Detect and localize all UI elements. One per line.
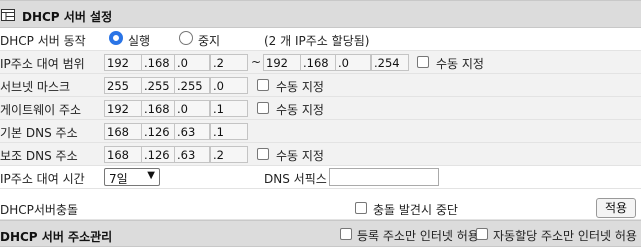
primary-dns-label: 기본 DNS 주소 <box>0 126 78 140</box>
ip-range-label: IP주소 대여 범위 <box>0 57 85 71</box>
secondary-dns-octet-4[interactable]: .2 <box>210 146 248 163</box>
range-end-octet-3[interactable]: .0 <box>335 54 371 71</box>
ip-range-row: IP주소 대여 범위 192 .168 .0 .2 ~ 192 .168 .0 … <box>0 51 641 74</box>
gateway-octet-4[interactable]: .1 <box>210 100 248 117</box>
primary-dns-octet-4[interactable]: .1 <box>210 123 248 140</box>
primary-dns-row: 기본 DNS 주소 168 .126 .63 .1 <box>0 120 641 143</box>
range-manual-checkbox[interactable] <box>417 56 429 68</box>
subnet-octet-2[interactable]: .255 <box>141 77 177 94</box>
range-end-octet-2[interactable]: .168 <box>300 54 336 71</box>
dns-suffix-input[interactable] <box>329 168 439 186</box>
chevron-down-icon: ▼ <box>147 170 155 181</box>
subnet-manual-label: 수동 지정 <box>276 80 324 94</box>
subnet-octet-3[interactable]: .255 <box>174 77 210 94</box>
lease-time-label: IP주소 대여 시간 <box>0 172 85 186</box>
conflict-label: DHCP서버충돌 <box>0 203 79 217</box>
range-end-octet-1[interactable]: 192 <box>263 54 303 71</box>
primary-dns-octet-3[interactable]: .63 <box>174 123 210 140</box>
stop-radio-label: 중지 <box>198 34 221 48</box>
gateway-manual-label: 수동 지정 <box>276 103 324 117</box>
apply-button[interactable]: 적용 <box>596 198 636 218</box>
dns-suffix-label: DNS 서픽스 <box>264 172 327 186</box>
secondary-dns-octet-3[interactable]: .63 <box>174 146 210 163</box>
secondary-dns-octet-2[interactable]: .126 <box>141 146 177 163</box>
gateway-octet-3[interactable]: .0 <box>174 100 210 117</box>
lease-time-value: 7일 <box>109 172 128 186</box>
range-start-octet-4[interactable]: .2 <box>210 54 248 71</box>
subnet-octet-1[interactable]: 255 <box>104 77 144 94</box>
range-start-octet-3[interactable]: .0 <box>174 54 210 71</box>
stop-radio[interactable] <box>179 31 193 45</box>
dhcp-operation-label: DHCP 서버 동작 <box>0 34 86 48</box>
address-management-title: DHCP 서버 주소관리 <box>0 230 113 244</box>
auto-assigned-only-label: 자동할당 주소만 인터넷 허용 <box>493 229 637 243</box>
run-radio[interactable] <box>109 31 123 45</box>
range-end-octet-4[interactable]: .254 <box>371 54 409 71</box>
range-separator: ~ <box>251 55 262 69</box>
secondary-dns-manual-label: 수동 지정 <box>276 149 324 163</box>
gateway-label: 게이트웨이 주소 <box>0 103 82 117</box>
conflict-row: DHCP서버충돌 충돌 발견시 중단 적용 <box>0 197 641 220</box>
range-start-octet-1[interactable]: 192 <box>104 54 144 71</box>
address-management-header: DHCP 서버 주소관리 등록 주소만 인터넷 허용 자동할당 주소만 인터넷 … <box>0 220 641 247</box>
secondary-dns-octet-1[interactable]: 168 <box>104 146 144 163</box>
subnet-mask-row: 서브넷 마스크 255 .255 .255 .0 수동 지정 <box>0 74 641 97</box>
lease-time-select[interactable]: 7일 ▼ <box>104 168 160 186</box>
range-start-octet-2[interactable]: .168 <box>141 54 177 71</box>
secondary-dns-label: 보조 DNS 주소 <box>0 149 78 163</box>
lease-time-row: IP주소 대여 시간 7일 ▼ DNS 서픽스 <box>0 166 641 189</box>
dhcp-settings-title: DHCP 서버 설정 <box>22 10 113 24</box>
gateway-octet-2[interactable]: .168 <box>141 100 177 117</box>
primary-dns-octet-2[interactable]: .126 <box>141 123 177 140</box>
gateway-manual-checkbox[interactable] <box>257 102 269 114</box>
registered-only-label: 등록 주소만 인터넷 허용 <box>357 229 479 243</box>
secondary-dns-manual-checkbox[interactable] <box>257 148 269 160</box>
subnet-manual-checkbox[interactable] <box>257 79 269 91</box>
gateway-octet-1[interactable]: 192 <box>104 100 144 117</box>
registered-only-checkbox[interactable] <box>340 228 352 240</box>
assigned-count-note: (2 개 IP주소 할당됨) <box>264 34 370 48</box>
stop-on-conflict-checkbox[interactable] <box>355 202 367 214</box>
auto-assigned-only-checkbox[interactable] <box>476 228 488 240</box>
dhcp-operation-row: DHCP 서버 동작 실행 중지 (2 개 IP주소 할당됨) <box>0 28 641 51</box>
table-settings-icon <box>1 9 15 21</box>
subnet-octet-4[interactable]: .0 <box>210 77 248 94</box>
stop-on-conflict-label: 충돌 발견시 중단 <box>373 203 458 217</box>
run-radio-label: 실행 <box>128 34 151 48</box>
range-manual-label: 수동 지정 <box>436 57 484 71</box>
primary-dns-octet-1[interactable]: 168 <box>104 123 144 140</box>
subnet-mask-label: 서브넷 마스크 <box>0 80 71 94</box>
secondary-dns-row: 보조 DNS 주소 168 .126 .63 .2 수동 지정 <box>0 143 641 166</box>
dhcp-settings-header: DHCP 서버 설정 <box>0 0 641 28</box>
gateway-row: 게이트웨이 주소 192 .168 .0 .1 수동 지정 <box>0 97 641 120</box>
